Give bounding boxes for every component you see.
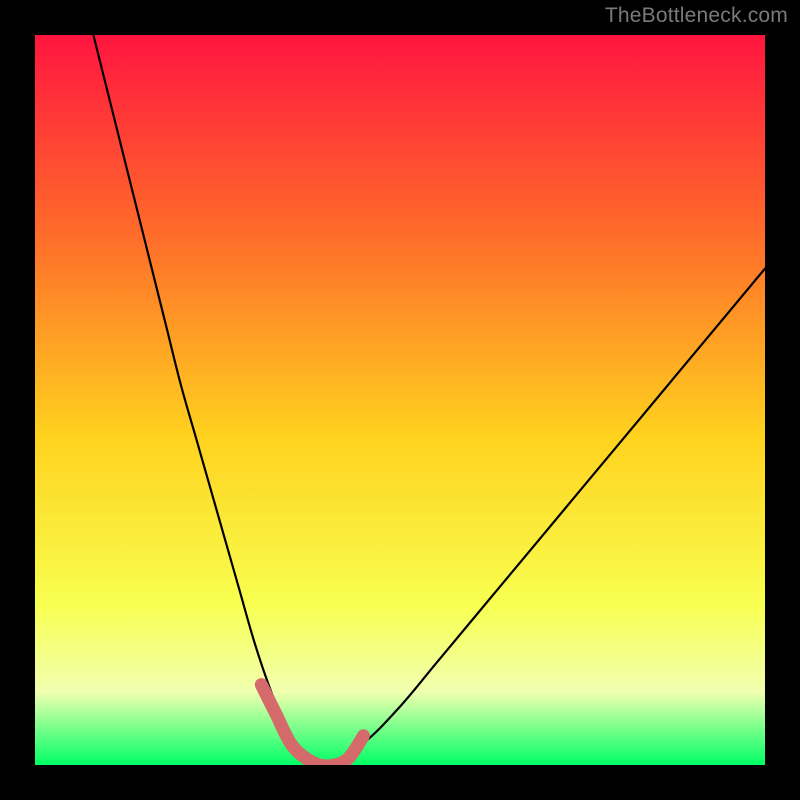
chart-frame: TheBottleneck.com xyxy=(0,0,800,800)
plot-area xyxy=(35,35,765,765)
bottleneck-chart xyxy=(35,35,765,765)
watermark-label: TheBottleneck.com xyxy=(605,4,788,28)
